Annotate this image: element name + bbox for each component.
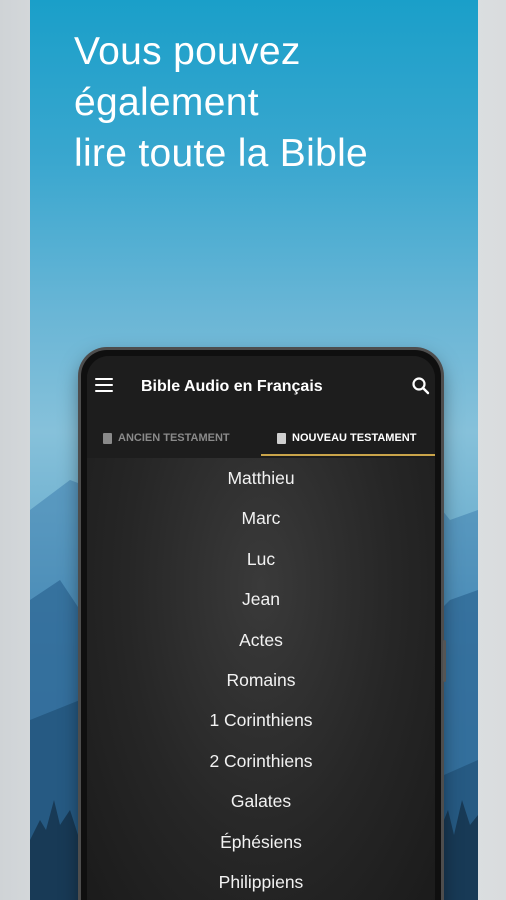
list-item[interactable]: Actes: [87, 626, 435, 666]
tab-ancien-testament[interactable]: ANCIEN TESTAMENT: [103, 418, 230, 458]
testament-tabs: ANCIEN TESTAMENT NOUVEAU TESTAMENT: [87, 418, 435, 458]
list-item[interactable]: Éphésiens: [87, 828, 435, 868]
book-list: Matthieu Marc Luc Jean Actes Romains 1 C…: [87, 464, 435, 900]
book-icon: [277, 432, 286, 444]
list-item[interactable]: Jean: [87, 585, 435, 625]
book-icon: [103, 432, 112, 444]
promo-panel: Vous pouvez également lire toute la Bibl…: [30, 0, 478, 900]
app-bar: Bible Audio en Français: [87, 356, 435, 418]
list-item[interactable]: Matthieu: [87, 464, 435, 504]
list-item[interactable]: Galates: [87, 787, 435, 827]
app-title: Bible Audio en Français: [141, 378, 323, 395]
list-item[interactable]: Romains: [87, 666, 435, 706]
list-item[interactable]: 1 Corinthiens: [87, 706, 435, 746]
phone-screen: Bible Audio en Français ANCIEN TESTAMENT…: [87, 356, 435, 900]
tab-nouveau-testament[interactable]: NOUVEAU TESTAMENT: [277, 418, 416, 458]
phone-side-button: [443, 640, 446, 682]
list-item[interactable]: Marc: [87, 504, 435, 544]
tab-label: NOUVEAU TESTAMENT: [292, 432, 417, 444]
list-item[interactable]: Philippiens: [87, 868, 435, 900]
phone-mockup: Bible Audio en Français ANCIEN TESTAMENT…: [81, 350, 446, 900]
search-icon[interactable]: [411, 376, 431, 396]
list-item[interactable]: Luc: [87, 545, 435, 585]
list-item[interactable]: 2 Corinthiens: [87, 747, 435, 787]
active-tab-indicator: [261, 454, 435, 456]
tab-label: ANCIEN TESTAMENT: [118, 432, 230, 444]
menu-icon[interactable]: [95, 378, 113, 392]
